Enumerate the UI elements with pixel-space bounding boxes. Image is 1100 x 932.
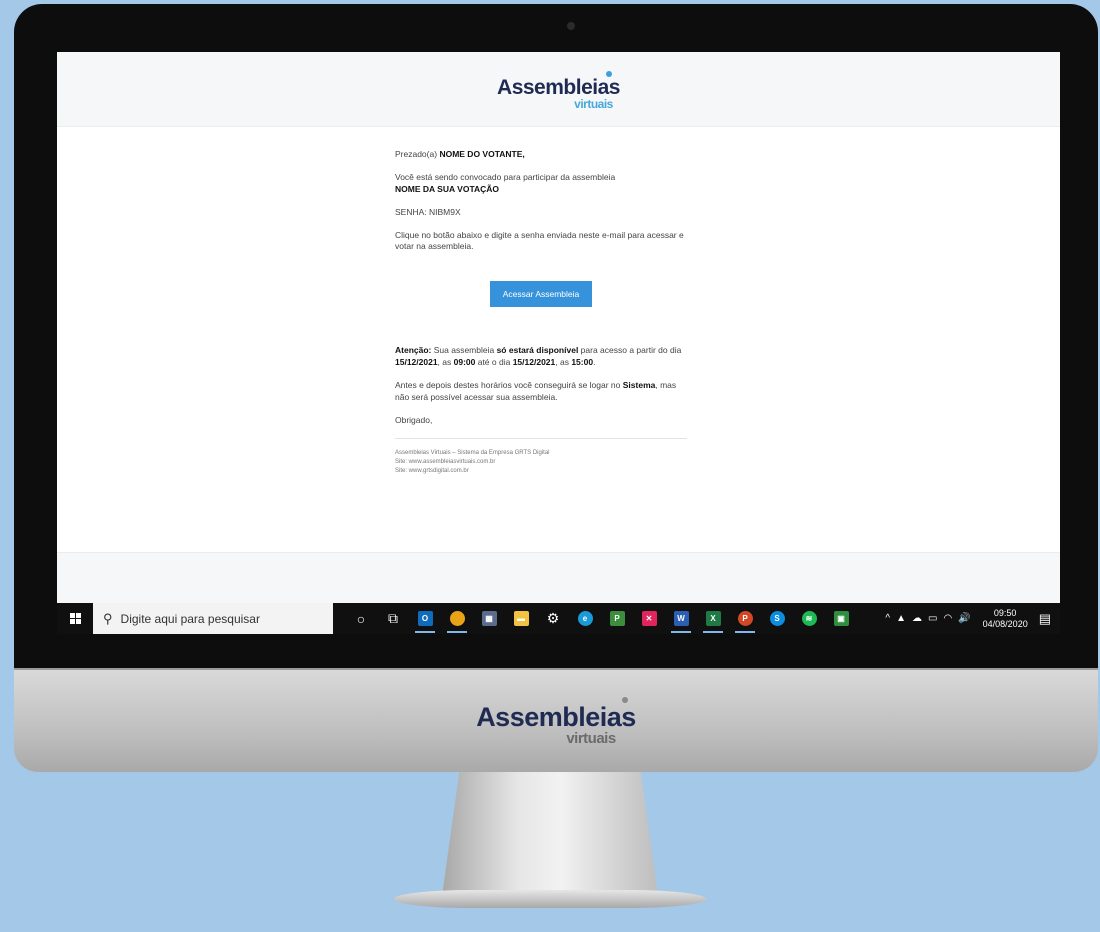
tray-icon[interactable]: ^: [885, 613, 890, 624]
monitor-chin: Assembleias virtuais: [14, 668, 1098, 772]
start-date: 15/12/2021: [395, 357, 438, 368]
footer-site-link[interactable]: Site: www.grtsdigital.com.br: [395, 467, 687, 476]
email-footer-band: [57, 552, 1060, 603]
end-time: 15:00: [571, 357, 594, 368]
footer-divider: [395, 437, 687, 439]
task-view-icon[interactable]: ⧉: [377, 603, 409, 634]
notification-icon[interactable]: ▤: [1039, 611, 1051, 627]
cortana-icon[interactable]: ○: [345, 603, 377, 634]
end-date: 15/12/2021: [512, 357, 556, 368]
windows-icon: [69, 613, 81, 624]
tray-icon[interactable]: 🔊: [958, 613, 970, 624]
powerpoint-icon[interactable]: P: [729, 603, 761, 634]
settings-icon[interactable]: ⚙: [537, 603, 569, 634]
monitor-stand: [442, 772, 658, 896]
calculator-icon[interactable]: ▦: [473, 603, 505, 634]
thanks-text: Obrigado,: [395, 414, 433, 425]
search-icon: ⚲: [103, 610, 113, 626]
start-time: 09:00: [453, 357, 476, 368]
password-line: SENHA: NIBM9X: [395, 206, 461, 217]
word-icon[interactable]: W: [665, 603, 697, 634]
taskbar: ⚲ Digite aqui para pesquisar ○ ⧉ O ▦ ▬ ⚙ e P ✕ W X…: [57, 603, 1060, 634]
app-icon[interactable]: ▣: [825, 603, 857, 634]
excel-icon[interactable]: X: [697, 603, 729, 634]
tray-icon[interactable]: ▭: [928, 613, 937, 624]
outlook-icon[interactable]: O: [409, 603, 441, 634]
footer-company: Assembleias Virtuais – Sistema da Empres…: [395, 449, 550, 456]
clock-date: 04/08/2020: [982, 618, 1028, 629]
search-placeholder: Digite aqui para pesquisar: [120, 611, 260, 626]
email-header: Assembleias virtuais: [57, 52, 1060, 127]
file-explorer-icon[interactable]: ▬: [505, 603, 537, 634]
webcam: [567, 22, 575, 30]
start-button[interactable]: [57, 603, 93, 634]
taskbar-search[interactable]: ⚲ Digite aqui para pesquisar: [93, 603, 333, 634]
logo-dot-icon: [621, 697, 628, 703]
brand-logo: Assembleias virtuais: [497, 71, 620, 111]
instruction-text: Clique no botão abaixo e digite a senha …: [395, 229, 684, 252]
email-screen: Assembleias virtuais Prezado(a) NOME DO …: [57, 52, 1060, 603]
assembly-name: NOME DA SUA VOTAÇÃO: [395, 183, 500, 194]
tray-icon[interactable]: ◠: [943, 613, 952, 624]
logo-dot-icon: [605, 71, 612, 77]
clock[interactable]: 09:50 04/08/2020: [983, 608, 1028, 630]
skype-icon[interactable]: S: [761, 603, 793, 634]
chrome-icon[interactable]: [441, 603, 473, 634]
tray-icons[interactable]: ^ ▲ ☁ ▭ ◠ 🔊: [882, 613, 973, 624]
greeting: Prezado(a) NOME DO VOTANTE,: [395, 149, 525, 159]
button-wrap: Acessar Assembleia: [395, 281, 687, 308]
monitor-base: [394, 890, 706, 908]
tray-icon[interactable]: ▲: [896, 613, 906, 624]
spotify-icon[interactable]: ≋: [793, 603, 825, 634]
clock-time: 09:50: [993, 607, 1017, 618]
access-assembly-button[interactable]: Acessar Assembleia: [489, 281, 593, 308]
footer-site-link[interactable]: Site: www.assembleiasvirtuais.com.br: [395, 458, 687, 467]
attention-paragraph: Atenção: Sua assembleia só estará dispon…: [395, 345, 682, 368]
xmind-icon[interactable]: ✕: [633, 603, 665, 634]
tray-icon[interactable]: ☁: [912, 613, 922, 624]
invite-paragraph: Você está sendo convocado para participa…: [395, 171, 616, 194]
chin-logo: Assembleias virtuais: [14, 697, 1098, 748]
note-paragraph: Antes e depois destes horários você cons…: [395, 380, 677, 403]
edge-icon[interactable]: e: [569, 603, 601, 634]
email-body: Prezado(a) NOME DO VOTANTE, Você está se…: [395, 149, 687, 477]
taskbar-apps: ○ ⧉ O ▦ ▬ ⚙ e P ✕ W X P S ≋ ▣: [345, 603, 857, 634]
system-tray: ^ ▲ ☁ ▭ ◠ 🔊 09:50 04/08/2020 ▤: [879, 608, 1060, 630]
project-icon[interactable]: P: [601, 603, 633, 634]
voter-name: NOME DO VOTANTE,: [439, 149, 525, 159]
